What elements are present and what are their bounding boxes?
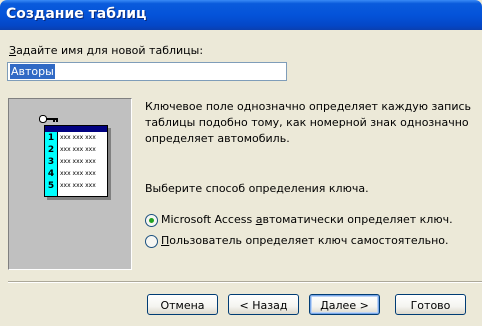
- cancel-button[interactable]: Отмена: [147, 294, 218, 315]
- choose-key-method-label: Выберите способ определения ключа.: [145, 182, 369, 195]
- window-title: Создание таблиц: [6, 6, 147, 22]
- table-name-label: Задайте имя для новой таблицы:: [9, 44, 204, 57]
- radio-selected-dot: [149, 218, 154, 223]
- sample-row: 3 xxx xxx xxx: [47, 157, 96, 167]
- radio-label-user-key[interactable]: Пользователь определяет ключ самостоятел…: [161, 234, 449, 247]
- create-table-wizard-window: Создание таблиц Задайте имя для новой та…: [0, 0, 482, 326]
- key-icon: [39, 115, 58, 123]
- radio-button-auto-key[interactable]: [145, 214, 158, 227]
- footer-separator: [8, 281, 482, 283]
- back-button[interactable]: < Назад: [228, 294, 299, 315]
- primary-key-description: Ключевое поле однозначно определяет кажд…: [145, 100, 472, 145]
- primary-key-illustration: 1 xxx xxx xxx 2 xxx xxx xxx 3 xxx xxx xxx 4…: [8, 98, 132, 270]
- sample-row: 4 xxx xxx xxx: [47, 169, 96, 179]
- sample-row: 2 xxx xxx xxx: [47, 145, 96, 155]
- radio-label-auto-key[interactable]: Microsoft Access автоматически определяе…: [161, 213, 453, 226]
- title-bar[interactable]: Создание таблиц: [0, 0, 482, 30]
- table-name-value: Авторы: [10, 64, 55, 79]
- table-name-input[interactable]: Авторы: [7, 62, 287, 81]
- radio-button-user-key[interactable]: [145, 235, 158, 248]
- finish-button[interactable]: Готово: [395, 294, 466, 315]
- sample-row: 1 xxx xxx xxx: [47, 133, 96, 143]
- sample-table-icon: 1 xxx xxx xxx 2 xxx xxx xxx 3 xxx xxx xxx 4…: [44, 125, 108, 197]
- next-button[interactable]: Далее >: [309, 294, 380, 315]
- sample-row: 5 xxx xxx xxx: [47, 181, 96, 191]
